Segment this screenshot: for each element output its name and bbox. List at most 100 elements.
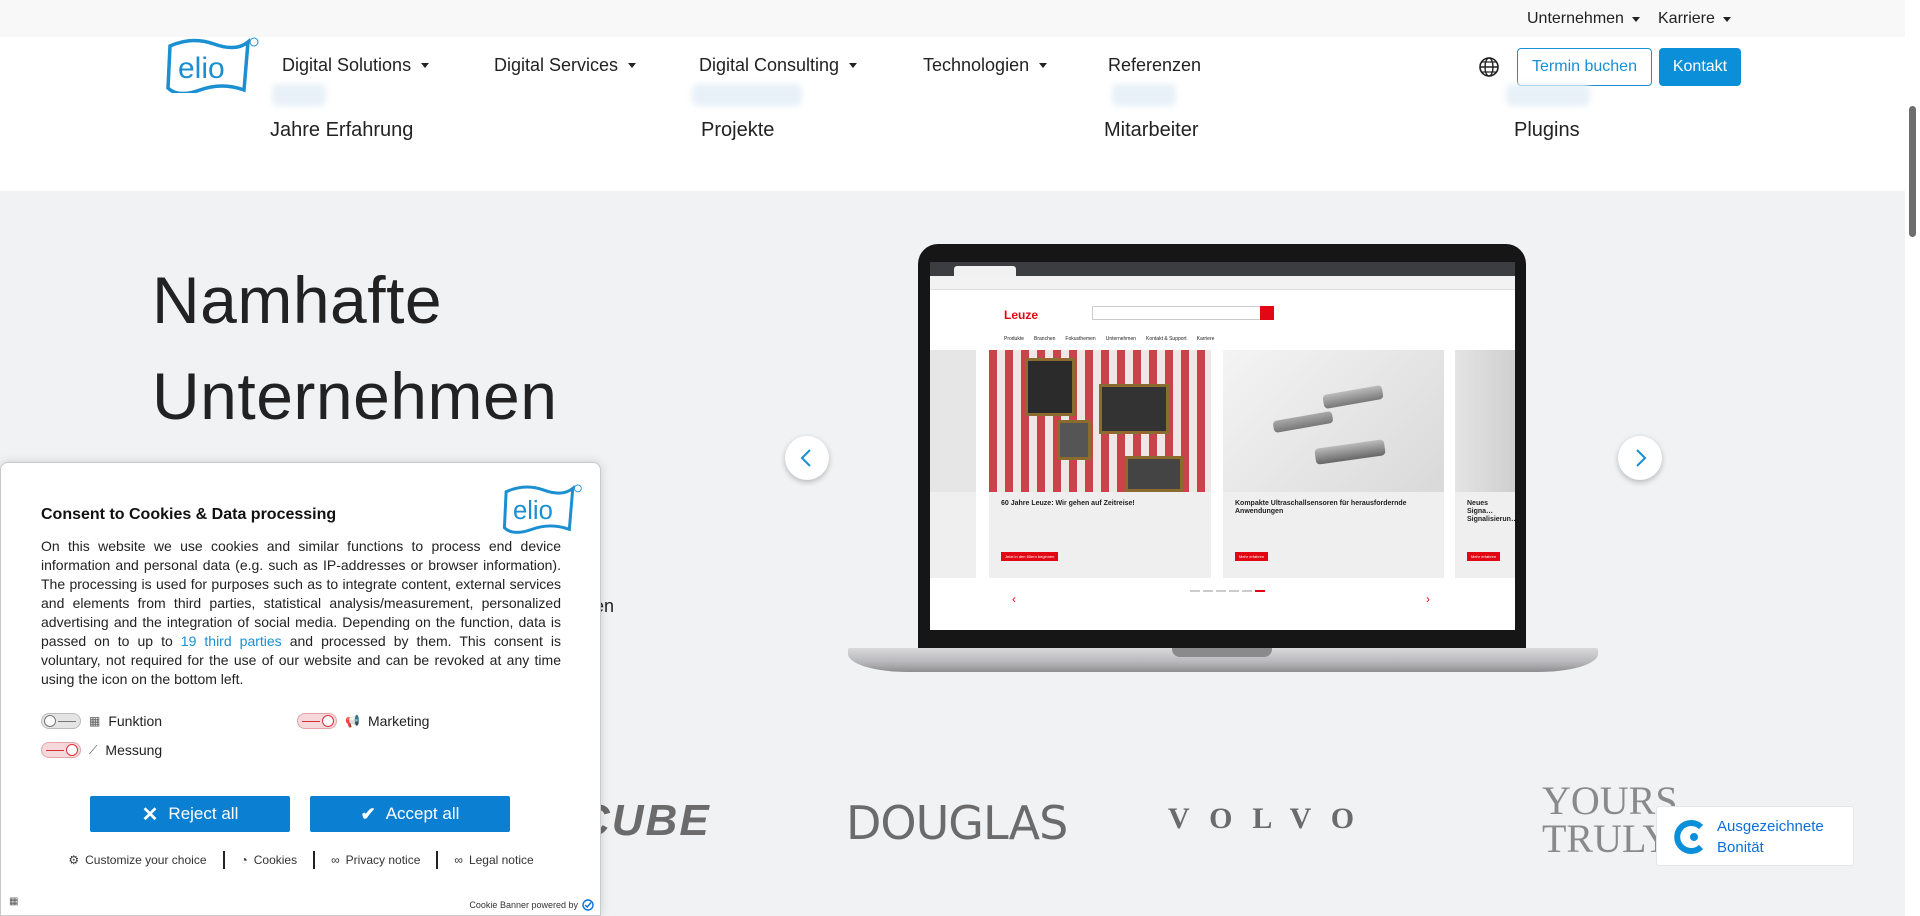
nav-referenzen[interactable]: Referenzen bbox=[1108, 55, 1201, 76]
accept-all-button[interactable]: ✔ Accept all bbox=[310, 796, 510, 832]
card-title: 60 Jahre Leuze: Wir gehen auf Zeitreise! bbox=[1001, 500, 1135, 507]
chevron-left-icon bbox=[800, 449, 811, 467]
toggle-messung[interactable]: ⟋ Messung bbox=[41, 742, 162, 758]
creditreform-icon bbox=[1674, 820, 1704, 854]
stat-label-projekte: Projekte bbox=[701, 119, 775, 141]
caret-down-icon bbox=[1039, 63, 1048, 68]
grid-icon: ▦ bbox=[89, 714, 101, 728]
nav-label: Referenzen bbox=[1108, 55, 1202, 75]
privacy-notice-link[interactable]: ∞ Privacy notice bbox=[315, 853, 436, 867]
rating-badge[interactable]: Ausgezeichnete Bonität bbox=[1656, 806, 1854, 866]
nav-label: Technologien bbox=[923, 55, 1030, 75]
elio-logo: elio bbox=[502, 484, 582, 534]
karriere-dropdown[interactable]: Karriere bbox=[1658, 10, 1731, 28]
legal-notice-link[interactable]: ∞ Legal notice bbox=[438, 853, 549, 867]
cookies-link[interactable]: ◔ Cookies bbox=[225, 853, 314, 867]
client-logo-volvo: VOLVO bbox=[1168, 802, 1375, 835]
chevron-right-icon bbox=[1636, 449, 1647, 467]
toggle-switch[interactable] bbox=[297, 713, 337, 729]
section-headline-line1: Namhafte bbox=[152, 263, 443, 337]
card-button: Mehr erfahren bbox=[1235, 552, 1269, 561]
accept-label: Accept all bbox=[385, 804, 460, 823]
site-menu-item: Karriere bbox=[1196, 336, 1215, 342]
card-button: Jetzt in den 60ern beginnen bbox=[1001, 552, 1059, 561]
stat-number-placeholder bbox=[1112, 84, 1176, 106]
link-icon: ∞ bbox=[331, 853, 340, 867]
link-label: Legal notice bbox=[468, 853, 534, 867]
site-menu: Produkte Branchen Fokusthemen Unternehme… bbox=[1004, 336, 1214, 342]
cookie-title: Consent to Cookies & Data processing bbox=[41, 506, 337, 523]
stats-band bbox=[0, 93, 1905, 191]
elio-logo[interactable]: elio bbox=[164, 34, 260, 96]
section-headline-line2: Unternehmen bbox=[152, 359, 558, 433]
sensor-image bbox=[1272, 410, 1334, 434]
frame-image bbox=[1025, 358, 1075, 416]
stat-number-placeholder bbox=[1506, 84, 1590, 106]
termin-buchen-button[interactable]: Termin buchen bbox=[1517, 48, 1652, 86]
caret-down-icon bbox=[1631, 16, 1640, 22]
third-parties-link[interactable]: 19 third parties bbox=[181, 633, 282, 649]
globe-icon[interactable] bbox=[1478, 56, 1500, 78]
carousel-next-button[interactable] bbox=[1618, 436, 1662, 480]
client-logo-yours-truly: YOURS TRULY bbox=[1542, 778, 1678, 861]
nav-digital-services[interactable]: Digital Services bbox=[494, 55, 637, 76]
toggle-marketing[interactable]: 📢 Marketing bbox=[297, 713, 429, 729]
site-menu-item: Produkte bbox=[1004, 336, 1025, 342]
megaphone-icon: 📢 bbox=[345, 714, 360, 728]
site-search-button bbox=[1260, 306, 1274, 320]
screen-card-partial: Neues Signa… Signalisierun… Mehr erfahre… bbox=[1455, 350, 1515, 578]
powered-by[interactable]: Cookie Banner powered by bbox=[469, 899, 594, 911]
svg-text:elio: elio bbox=[178, 52, 225, 85]
check-badge-icon bbox=[582, 899, 594, 911]
svg-text:elio: elio bbox=[513, 497, 553, 525]
link-label: Cookies bbox=[253, 853, 298, 867]
frame-image bbox=[1057, 420, 1091, 460]
toggle-funktion[interactable]: ▦ Funktion bbox=[41, 713, 162, 729]
gear-icon: ⚙ bbox=[68, 853, 80, 867]
nav-label: Digital Services bbox=[494, 55, 619, 75]
nav-digital-solutions[interactable]: Digital Solutions bbox=[282, 55, 430, 76]
nav-label: Digital Consulting bbox=[699, 55, 840, 75]
frame-image bbox=[1125, 456, 1183, 492]
site-menu-item: Unternehmen bbox=[1105, 336, 1137, 342]
chart-icon: ⟋ bbox=[89, 742, 98, 757]
toggle-label: Marketing bbox=[367, 713, 430, 729]
site-menu-item: Branchen bbox=[1034, 336, 1056, 342]
nav-label: Digital Solutions bbox=[282, 55, 412, 75]
customize-choice-link[interactable]: ⚙ Customize your choice bbox=[52, 853, 222, 867]
stat-number-placeholder bbox=[692, 84, 802, 106]
nav-technologien[interactable]: Technologien bbox=[923, 55, 1048, 76]
kontakt-button[interactable]: Kontakt bbox=[1659, 48, 1741, 86]
site-menu-item: Fokusthemen bbox=[1065, 336, 1096, 342]
toggle-switch[interactable] bbox=[41, 713, 81, 729]
screen-card: Kompakte Ultraschallsensoren für herausf… bbox=[1223, 350, 1444, 578]
stat-label-mitarbeiter: Mitarbeiter bbox=[1104, 119, 1199, 141]
link-label: Customize your choice bbox=[85, 853, 207, 867]
card-title: Kompakte Ultraschallsensoren für herausf… bbox=[1235, 500, 1407, 515]
powered-by-label: Cookie Banner powered by bbox=[469, 900, 578, 910]
top-utility-bar: Unternehmen Karriere bbox=[0, 0, 1905, 37]
screen-prev-arrow: ‹ bbox=[1012, 592, 1016, 606]
card-image bbox=[930, 350, 976, 492]
link-label: Privacy notice bbox=[345, 853, 421, 867]
reject-all-button[interactable]: ✕ Reject all bbox=[90, 796, 290, 832]
browser-tab bbox=[954, 266, 1016, 276]
carousel-prev-button[interactable] bbox=[785, 436, 829, 480]
card-title: Neues Signa… Signalisierun… bbox=[1467, 500, 1515, 523]
link-icon: ∞ bbox=[454, 853, 463, 867]
browser-urlbar bbox=[930, 276, 1515, 290]
language-flag-icon[interactable]: ▦ bbox=[9, 896, 18, 907]
scrollbar-thumb[interactable] bbox=[1909, 106, 1916, 237]
cookie-consent-dialog: elio Consent to Cookies & Data processin… bbox=[0, 462, 601, 916]
laptop-screen: Leuze Produkte Branchen Fokusthemen Unte… bbox=[930, 262, 1515, 630]
screen-card-partial bbox=[930, 350, 976, 578]
frame-image bbox=[1099, 384, 1169, 434]
nav-digital-consulting[interactable]: Digital Consulting bbox=[699, 55, 858, 76]
browser-titlebar bbox=[930, 262, 1515, 276]
client-logo-douglas: DOUGLAS bbox=[846, 796, 1068, 850]
card-image bbox=[1223, 350, 1444, 492]
screen-carousel-dots bbox=[1190, 590, 1265, 592]
unternehmen-dropdown[interactable]: Unternehmen bbox=[1527, 10, 1640, 28]
rating-text: Ausgezeichnete Bonität bbox=[1717, 816, 1847, 858]
toggle-switch[interactable] bbox=[41, 742, 81, 758]
